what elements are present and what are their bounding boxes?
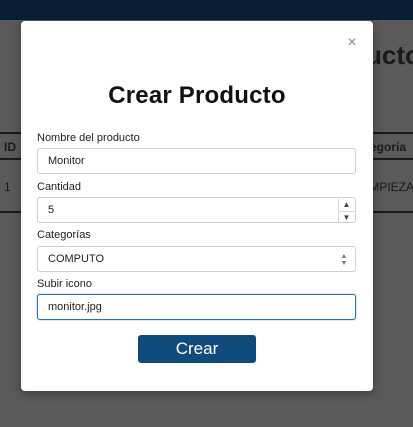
- product-name-label: Nombre del producto: [37, 132, 140, 144]
- create-product-modal: × Crear Producto Nombre del producto Mon…: [21, 21, 373, 391]
- create-button[interactable]: Crear: [138, 335, 256, 363]
- quantity-input[interactable]: 5 ▲ ▼: [37, 197, 356, 223]
- table-cell-id: 1: [4, 180, 11, 194]
- product-name-value: Monitor: [48, 155, 85, 167]
- product-name-input[interactable]: Monitor: [37, 148, 356, 174]
- categories-label: Categorías: [37, 229, 91, 241]
- modal-title: Crear Producto: [108, 82, 286, 109]
- quantity-label: Cantidad: [37, 181, 82, 193]
- category-selected-value: COMPUTO: [48, 253, 105, 265]
- table-header-category: egoría: [370, 140, 407, 154]
- category-select[interactable]: COMPUTO ▲ ▼: [37, 246, 356, 272]
- close-icon[interactable]: ×: [346, 35, 358, 51]
- quantity-value: 5: [48, 204, 55, 216]
- quantity-stepper[interactable]: ▲ ▼: [338, 199, 354, 223]
- chevron-up-icon[interactable]: ▲: [338, 199, 354, 212]
- background-page-title: ucto: [366, 40, 413, 70]
- table-header-id: ID: [4, 140, 16, 154]
- upload-icon-label: Subir icono: [37, 278, 93, 290]
- upload-icon-value: monitor.jpg: [48, 301, 102, 313]
- upload-icon-input[interactable]: monitor.jpg: [37, 294, 356, 320]
- table-cell-category: IMPIEZA: [366, 180, 413, 194]
- chevron-down-icon[interactable]: ▼: [338, 211, 354, 223]
- top-navbar: [0, 0, 413, 20]
- select-arrows-icon: ▲ ▼: [340, 253, 348, 267]
